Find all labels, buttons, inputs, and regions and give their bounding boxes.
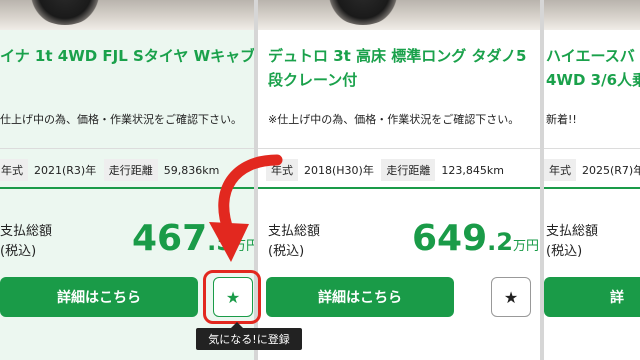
total-price-label-line1: 支払総額 — [546, 224, 599, 239]
annotation-arrow-icon — [209, 154, 283, 262]
vehicle-note: 仕上げ中の為、価格・作業状況をご確認下さい。 — [0, 113, 242, 126]
vehicle-title[interactable]: ハイエースバ 4WD 3/6人乗 — [546, 44, 640, 92]
star-icon: ★ — [503, 287, 519, 307]
year-label: 年式 — [0, 159, 28, 181]
mileage-label: 走行距離 — [381, 159, 436, 181]
vehicle-title-line: イナ 1t 4WD FJL Sタイヤ Wキャブ — [0, 47, 254, 65]
vehicle-title[interactable]: イナ 1t 4WD FJL Sタイヤ Wキャブ — [0, 44, 254, 68]
vehicle-spec-row: 年式 2018(H30)年 走行距離 123,845km — [258, 148, 540, 189]
year-value: 2018(H30)年 — [304, 164, 374, 177]
vehicle-card: ハイエースバ 4WD 3/6人乗 新着!! 年式 2025(R7)年 支払総額 (… — [544, 0, 640, 360]
detail-button[interactable]: 詳細はこちら — [266, 277, 454, 317]
favorite-tooltip: 気になる!に登録 — [196, 322, 302, 350]
vehicle-note: ※仕上げ中の為、価格・作業状況をご確認下さい。 — [268, 113, 520, 126]
total-price: 649.2万円 — [412, 218, 539, 259]
total-price-label-line2: (税込) — [0, 244, 37, 259]
total-price-label-line2: (税込) — [546, 244, 583, 259]
detail-button[interactable]: 詳 — [544, 277, 640, 317]
vehicle-photo[interactable] — [258, 0, 540, 30]
year-value: 2021(R3)年 — [34, 164, 97, 177]
vehicle-title-line: 4WD 3/6人乗 — [546, 71, 640, 89]
price-unit: 万円 — [512, 239, 539, 254]
year-value: 2025(R7)年 — [582, 164, 640, 177]
price-decimal: .2 — [487, 228, 513, 256]
mileage-label: 走行距離 — [103, 159, 158, 181]
total-price-label: 支払総額 (税込) — [0, 222, 52, 262]
vehicle-photo[interactable] — [0, 0, 254, 30]
vehicle-title-line: 段クレーン付 — [268, 71, 358, 89]
vehicle-spec-row: 年式 2025(R7)年 — [544, 148, 640, 189]
mileage-value: 123,845km — [441, 164, 504, 177]
year-label: 年式 — [544, 159, 576, 181]
total-price-label-line1: 支払総額 — [0, 224, 53, 239]
vehicle-title[interactable]: デュトロ 3t 高床 標準ロング タダノ5 段クレーン付 — [268, 44, 536, 92]
vehicle-title-line: ハイエースバ — [546, 47, 635, 65]
detail-button[interactable]: 詳細はこちら — [0, 277, 198, 317]
total-price-label: 支払総額 (税込) — [546, 222, 598, 262]
vehicle-title-line: デュトロ 3t 高床 標準ロング タダノ5 — [268, 47, 527, 65]
vehicle-note: 新着!! — [546, 113, 577, 126]
favorite-button-highlight — [203, 270, 261, 324]
vehicle-photo[interactable] — [544, 0, 640, 30]
price-integer: 649 — [412, 218, 488, 259]
vehicle-card: デュトロ 3t 高床 標準ロング タダノ5 段クレーン付 ※仕上げ中の為、価格・… — [258, 0, 540, 360]
favorite-button[interactable]: ★ — [491, 277, 531, 317]
